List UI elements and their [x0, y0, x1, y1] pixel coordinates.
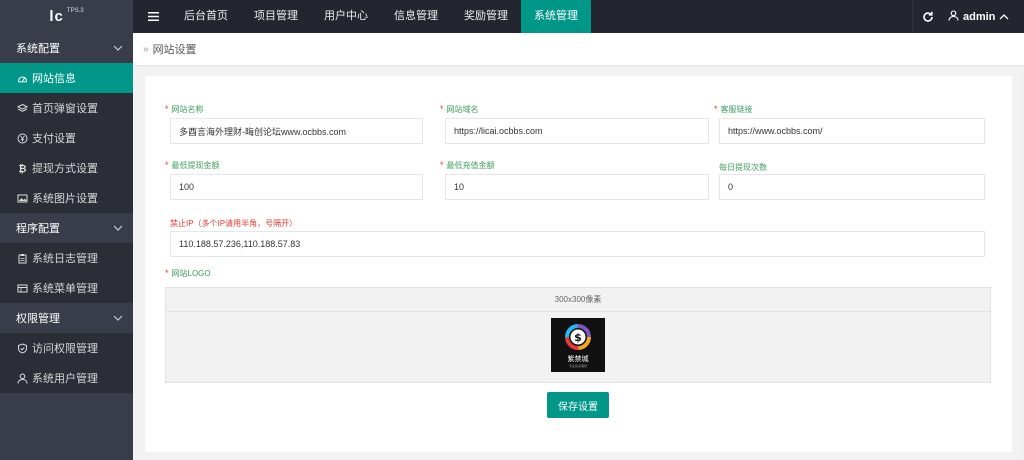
- sidebar-item-popup-settings[interactable]: 首页弹窗设置: [0, 93, 133, 123]
- user-icon: [17, 373, 28, 384]
- logo-text: lc: [49, 8, 64, 25]
- min-withdraw-label: * 最低提现金额: [165, 160, 220, 170]
- dollar-coin-icon: $: [565, 323, 591, 350]
- svg-text:$: $: [574, 331, 582, 344]
- banned-ip-label: 禁止IP（多个IP请用半角，号隔开）: [170, 219, 298, 228]
- min-recharge-label: * 最低充值金额: [440, 160, 495, 170]
- sidebar-item-label: 首页弹窗设置: [32, 103, 98, 115]
- sidebar-item-label: 系统菜单管理: [32, 283, 98, 295]
- clipboard-icon: [18, 253, 27, 263]
- sidebar-group-label: 程序配置: [16, 223, 60, 235]
- sidebar-item-system-logs[interactable]: 系统日志管理: [0, 243, 133, 273]
- sidebar-group-system-config[interactable]: 系统配置: [0, 33, 133, 63]
- required-mark: *: [165, 268, 169, 278]
- breadcrumb-separator: »: [143, 43, 149, 55]
- required-mark: *: [440, 160, 444, 170]
- table-icon: [17, 284, 28, 292]
- daily-withdraw-label: 每日提现次数: [719, 163, 767, 172]
- sidebar-group-permissions[interactable]: 权限管理: [0, 303, 133, 333]
- site-logo-label: * 网站LOGO: [165, 268, 211, 278]
- sidebar-item-label: 支付设置: [32, 133, 76, 145]
- refresh-icon[interactable]: [912, 0, 942, 33]
- sidebar-item-system-menus[interactable]: 系统菜单管理: [0, 273, 133, 303]
- required-mark: *: [440, 104, 444, 114]
- sidebar-item-image-settings[interactable]: 系统图片设置: [0, 183, 133, 213]
- service-link-field[interactable]: https://www.ocbbs.com/: [719, 118, 985, 144]
- site-domain-field[interactable]: https://licai.ocbbs.com: [445, 118, 709, 144]
- min-withdraw-field[interactable]: 100: [170, 174, 423, 200]
- top-nav: 后台首页 项目管理 用户中心 信息管理 奖励管理 系统管理: [171, 0, 591, 33]
- yen-icon: [17, 133, 28, 143]
- chevron-up-icon: [999, 11, 1009, 23]
- chevron-down-icon: [113, 225, 123, 231]
- nav-home[interactable]: 后台首页: [171, 0, 241, 33]
- logo-size-hint: 300x300像素: [166, 288, 990, 312]
- required-mark: *: [165, 160, 169, 170]
- required-mark: *: [714, 104, 718, 114]
- sidebar-group-label: 系统配置: [16, 43, 60, 55]
- daily-withdraw-field[interactable]: 0: [719, 174, 985, 200]
- sidebar-group-program-config[interactable]: 程序配置: [0, 213, 133, 243]
- sidebar-item-site-info[interactable]: 网站信息: [0, 63, 133, 93]
- site-name-label: * 网站名称: [165, 104, 204, 114]
- logo-brand-text: 紫禁城: [567, 355, 589, 363]
- chevron-down-icon: [113, 45, 123, 51]
- site-domain-label: * 网站域名: [440, 104, 479, 114]
- sidebar-item-label: 访问权限管理: [32, 343, 98, 355]
- breadcrumb-current[interactable]: 网站设置: [153, 41, 197, 57]
- sidebar-item-payment-settings[interactable]: 支付设置: [0, 123, 133, 153]
- image-icon: [17, 194, 28, 202]
- logo-version: TPS.3: [66, 7, 84, 14]
- page-scrollbar[interactable]: [1019, 66, 1024, 460]
- min-recharge-field[interactable]: 10: [445, 174, 709, 200]
- dashboard-icon: [17, 75, 28, 82]
- save-button[interactable]: 保存设置: [547, 392, 609, 418]
- logo-upload-area[interactable]: 300x300像素 $ 紫禁城 专业投资理财: [165, 287, 991, 383]
- bitcoin-icon: ₿: [18, 163, 26, 174]
- service-link-label: * 客服链接: [714, 104, 753, 114]
- sidebar-item-label: 网站信息: [32, 73, 76, 85]
- banned-ip-field[interactable]: 110.188.57.236,110.188.57.83: [170, 231, 985, 257]
- user-icon: [948, 9, 959, 24]
- svg-text:₿: ₿: [18, 163, 26, 174]
- app-logo[interactable]: lc TPS.3: [0, 0, 133, 33]
- sidebar-item-system-users[interactable]: 系统用户管理: [0, 363, 133, 393]
- site-name-field[interactable]: 多酉言海外理财-晦创论坛www.ocbbs.com: [170, 118, 423, 144]
- nav-info[interactable]: 信息管理: [381, 0, 451, 33]
- menu-toggle-icon[interactable]: [140, 0, 166, 33]
- logo-slogan-text: 专业投资理财: [568, 363, 587, 368]
- user-menu[interactable]: admin: [948, 0, 1009, 33]
- sidebar-group-label: 权限管理: [16, 313, 60, 325]
- nav-users[interactable]: 用户中心: [311, 0, 381, 33]
- sidebar: 系统配置 网站信息 首页弹窗设置 支付设置 ₿ 提现方式设置 系统图片设置 程序…: [0, 33, 133, 460]
- sidebar-item-label: 系统日志管理: [32, 253, 98, 265]
- sidebar-item-label: 系统用户管理: [32, 373, 98, 385]
- logo-preview-image[interactable]: $ 紫禁城 专业投资理财: [551, 318, 605, 372]
- sidebar-item-withdraw-methods[interactable]: ₿ 提现方式设置: [0, 153, 133, 183]
- sidebar-item-label: 提现方式设置: [32, 163, 98, 175]
- required-mark: *: [165, 104, 169, 114]
- sidebar-item-access-permissions[interactable]: 访问权限管理: [0, 333, 133, 363]
- sidebar-item-label: 系统图片设置: [32, 193, 98, 205]
- nav-rewards[interactable]: 奖励管理: [451, 0, 521, 33]
- breadcrumb: » 网站设置: [133, 33, 1024, 66]
- nav-system[interactable]: 系统管理: [521, 0, 591, 33]
- nav-projects[interactable]: 项目管理: [241, 0, 311, 33]
- user-name: admin: [963, 10, 996, 23]
- chevron-down-icon: [113, 315, 123, 321]
- shield-icon: [18, 342, 27, 354]
- top-bar: lc TPS.3 后台首页 项目管理 用户中心 信息管理 奖励管理 系统管理 a…: [0, 0, 1024, 33]
- layers-icon: [17, 103, 28, 112]
